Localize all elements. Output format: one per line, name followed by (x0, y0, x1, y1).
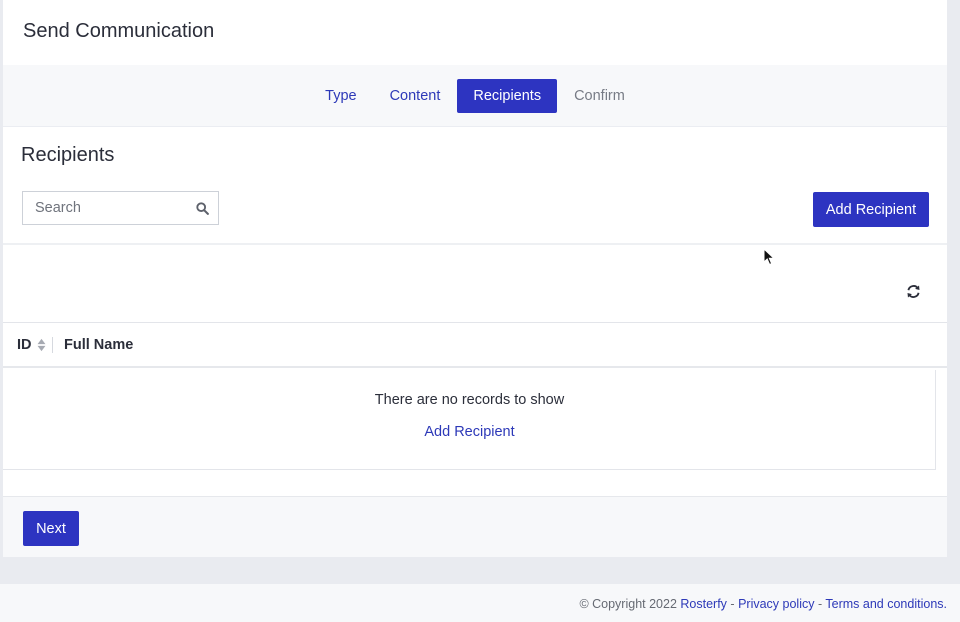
table-header: ID Full Name (3, 322, 947, 368)
add-recipient-button[interactable]: Add Recipient (813, 192, 929, 227)
empty-message: There are no records to show (374, 392, 565, 408)
search-icon[interactable] (196, 202, 209, 215)
column-separator (52, 337, 53, 353)
column-header-id-label: ID (17, 337, 32, 353)
step-type[interactable]: Type (309, 79, 372, 113)
stepper: Type Content Recipients Confirm (3, 65, 947, 127)
recipients-section-title: Recipients (21, 144, 115, 166)
page-footer: © Copyright 2022 Rosterfy - Privacy poli… (0, 584, 960, 622)
section-divider (3, 243, 947, 245)
copyright-text: © Copyright 2022 (579, 597, 677, 611)
wizard-actions-bar: Next (3, 496, 947, 557)
column-header-full-name[interactable]: Full Name (64, 323, 133, 367)
rosterfy-link[interactable]: Rosterfy (680, 597, 727, 611)
search-input[interactable] (35, 192, 185, 224)
footer-separator: - (730, 597, 735, 611)
step-confirm: Confirm (574, 87, 625, 104)
sort-icon[interactable] (37, 338, 46, 352)
refresh-icon[interactable] (906, 284, 921, 299)
mouse-cursor-icon (763, 248, 775, 266)
empty-add-recipient-link[interactable]: Add Recipient (3, 424, 936, 440)
footer-separator: - (817, 597, 823, 611)
footer-text: © Copyright 2022 Rosterfy - Privacy poli… (579, 597, 947, 611)
terms-link[interactable]: Terms and conditions. (825, 597, 947, 611)
step-content[interactable]: Content (374, 79, 457, 113)
send-communication-card: Send Communication Type Content Recipien… (3, 0, 947, 557)
search-box (22, 191, 219, 225)
next-button[interactable]: Next (23, 511, 79, 546)
step-recipients[interactable]: Recipients (457, 78, 558, 113)
page-title: Send Communication (23, 20, 215, 42)
column-header-id[interactable]: ID (17, 323, 46, 367)
privacy-policy-link[interactable]: Privacy policy (738, 597, 814, 611)
empty-state: There are no records to show Add Recipie… (3, 370, 936, 470)
